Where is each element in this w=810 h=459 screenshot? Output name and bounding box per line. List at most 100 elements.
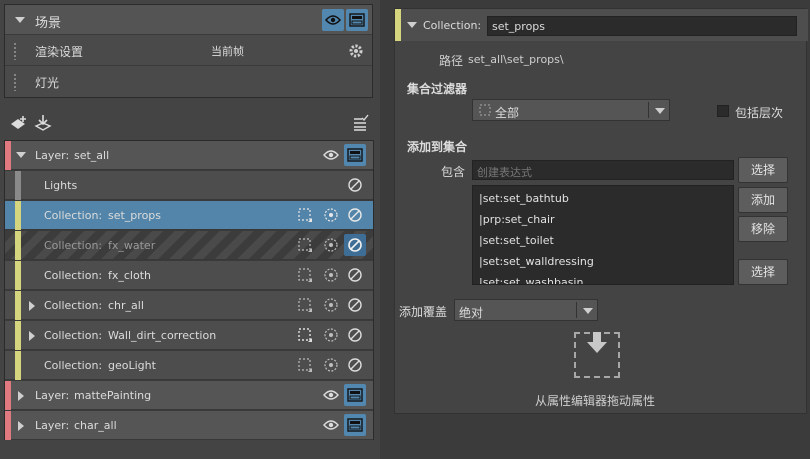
layer-name: mattePainting	[74, 389, 152, 402]
isolate-select-icon[interactable]	[294, 234, 316, 256]
disable-icon[interactable]	[344, 294, 366, 316]
list-item-collection[interactable]: Collection: set_props	[5, 201, 373, 230]
isolate-select-icon[interactable]	[294, 264, 316, 286]
arrow-down-icon	[587, 332, 607, 353]
filter-value: 全部	[495, 106, 520, 120]
list-item-collection[interactable]: Collection: fx_cloth	[5, 261, 373, 290]
solo-icon[interactable]	[320, 354, 342, 376]
chevron-down-icon	[583, 308, 593, 314]
drag-grip-icon[interactable]	[13, 73, 17, 91]
solo-icon[interactable]	[320, 204, 342, 226]
create-layer-icon[interactable]	[8, 112, 30, 134]
disable-icon[interactable]	[344, 234, 366, 256]
scene-row-lights[interactable]: 灯光	[5, 67, 372, 97]
expand-triangle-icon[interactable]	[29, 301, 35, 311]
solo-icon[interactable]	[320, 264, 342, 286]
layer-color-stripe	[5, 381, 11, 410]
list-item-collection[interactable]: Collection: geoLight	[5, 351, 373, 380]
disable-icon[interactable]	[344, 354, 366, 376]
list-item[interactable]: |prp:set_chair	[479, 213, 555, 226]
isolate-select-icon[interactable]	[294, 324, 316, 346]
eye-icon[interactable]	[320, 384, 342, 406]
dropdown-divider	[576, 302, 577, 318]
list-item-layer[interactable]: Layer: char_all	[5, 411, 373, 440]
list-item-collection[interactable]: Collection: Wall_dirt_correction	[5, 321, 373, 350]
render-clapper-icon[interactable]	[344, 384, 366, 406]
render-clapper-icon[interactable]	[344, 144, 366, 166]
layer-name: set_all	[74, 149, 110, 162]
expand-triangle-icon[interactable]	[18, 391, 24, 401]
drag-grip-icon[interactable]	[13, 42, 17, 60]
drop-target-icon[interactable]	[574, 332, 620, 378]
disable-icon[interactable]	[344, 204, 366, 226]
isolate-select-icon[interactable]	[294, 204, 316, 226]
eye-icon[interactable]	[322, 9, 344, 31]
expression-input[interactable]: 创建表达式	[472, 160, 734, 180]
expand-triangle-icon[interactable]	[29, 331, 35, 341]
list-item-lights[interactable]: Lights	[5, 171, 373, 200]
include-hierarchy-checkbox[interactable]	[717, 105, 729, 117]
list-item[interactable]: |set:set_walldressing	[479, 255, 594, 268]
solo-icon[interactable]	[320, 294, 342, 316]
all-filter-icon	[479, 104, 491, 116]
override-label: 添加覆盖	[399, 305, 448, 319]
select-button[interactable]: 选择	[738, 157, 788, 183]
checklist-icon[interactable]	[350, 112, 372, 134]
scene-header[interactable]: 场景	[5, 5, 372, 35]
gear-icon[interactable]	[345, 40, 367, 62]
collapse-triangle-icon[interactable]	[407, 22, 417, 28]
layer-prefix: Layer:	[35, 149, 70, 162]
import-icon[interactable]	[32, 112, 54, 134]
render-clapper-icon[interactable]	[344, 414, 366, 436]
collection-name: set_props	[108, 209, 162, 222]
select-members-button[interactable]: 选择	[738, 259, 788, 285]
render-clapper-icon[interactable]	[346, 9, 368, 31]
disable-icon[interactable]	[344, 174, 366, 196]
property-editor-panel: Collection: set_props 路径 set_all\set_pro…	[380, 0, 810, 459]
collection-color-stripe	[15, 261, 21, 290]
collapse-triangle-icon[interactable]	[16, 152, 26, 158]
eye-icon[interactable]	[320, 144, 342, 166]
expression-placeholder: 创建表达式	[477, 166, 532, 179]
collection-color-stripe	[15, 351, 21, 380]
layer-toolbar	[0, 108, 376, 138]
scene-section: 场景 渲染设置 当前帧 灯光	[4, 4, 373, 98]
collection-name-field[interactable]: set_props	[487, 16, 797, 36]
remove-button[interactable]: 移除	[738, 216, 788, 242]
disable-icon[interactable]	[344, 264, 366, 286]
list-item-collection[interactable]: Collection: chr_all	[5, 291, 373, 320]
filter-dropdown[interactable]: 全部	[472, 99, 670, 121]
collection-prefix: Collection:	[44, 269, 103, 282]
scene-row-render-settings[interactable]: 渲染设置 当前帧	[5, 36, 372, 66]
isolate-select-icon[interactable]	[294, 354, 316, 376]
collapse-triangle-icon[interactable]	[15, 17, 25, 23]
solo-icon[interactable]	[320, 234, 342, 256]
collection-name: Lights	[44, 179, 78, 192]
collection-name: fx_water	[108, 239, 156, 252]
list-item-layer[interactable]: Layer: mattePainting	[5, 381, 373, 410]
members-list[interactable]: |set:set_bathtub |prp:set_chair |set:set…	[472, 185, 734, 285]
render-settings-label: 渲染设置	[35, 45, 84, 59]
list-item[interactable]: |set:set_toilet	[479, 234, 554, 247]
isolate-select-icon[interactable]	[294, 294, 316, 316]
disable-icon[interactable]	[344, 324, 366, 346]
solo-icon[interactable]	[320, 324, 342, 346]
path-value: set_all\set_props\	[468, 53, 564, 66]
collection-name: fx_cloth	[108, 269, 152, 282]
filter-heading: 集合过滤器	[407, 82, 468, 96]
override-dropdown[interactable]: 绝对	[454, 299, 598, 321]
collection-color-stripe	[15, 171, 21, 200]
render-setup-left-panel: 场景 渲染设置 当前帧 灯光 Layer: set_all Lights Col…	[0, 0, 376, 459]
include-label: 包含	[441, 165, 466, 179]
add-button[interactable]: 添加	[738, 187, 788, 213]
layer-name: char_all	[74, 419, 117, 432]
layer-prefix: Layer:	[35, 389, 70, 402]
list-item-collection[interactable]: Collection: fx_water	[5, 231, 373, 260]
eye-icon[interactable]	[320, 414, 342, 436]
list-item-layer[interactable]: Layer: set_all	[5, 141, 373, 170]
list-item[interactable]: |set:set_bathtub	[479, 192, 569, 205]
collection-prefix: Collection:	[44, 329, 103, 342]
expand-triangle-icon[interactable]	[18, 421, 24, 431]
list-item[interactable]: |set:set_washbasin	[479, 276, 583, 284]
collection-header[interactable]: Collection: set_props	[395, 9, 808, 41]
